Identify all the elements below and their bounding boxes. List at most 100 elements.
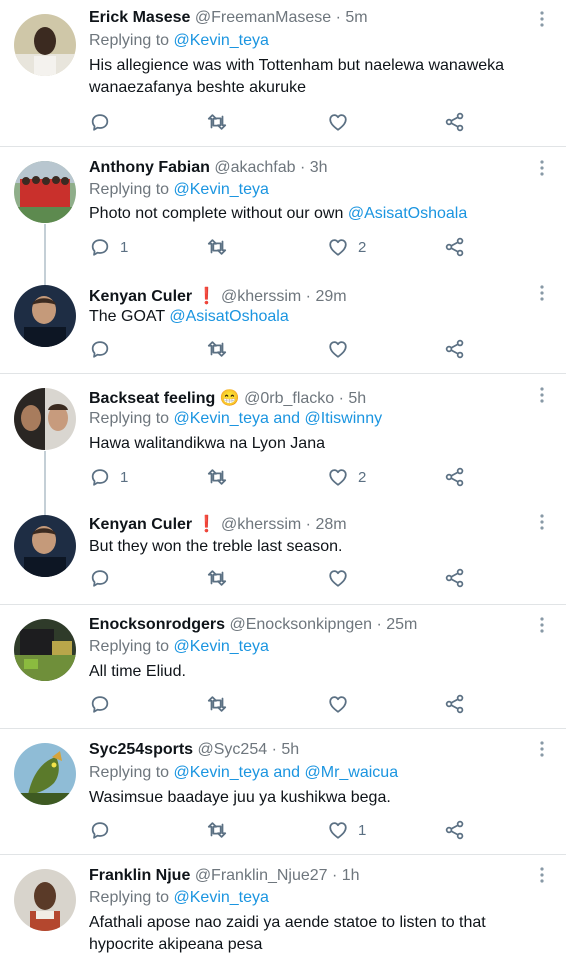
retweet-button[interactable] bbox=[206, 566, 228, 590]
reply-icon bbox=[89, 693, 111, 715]
display-name[interactable]: Backseat feeling bbox=[89, 390, 215, 407]
reply-icon bbox=[89, 111, 111, 133]
share-button[interactable] bbox=[444, 692, 466, 716]
share-button[interactable] bbox=[444, 235, 466, 259]
reply-button[interactable]: 1 bbox=[89, 235, 128, 259]
handle-time[interactable]: @Enocksonkipngen · 25m bbox=[229, 616, 417, 633]
handle-time[interactable]: @kherssim · 28m bbox=[221, 516, 347, 533]
tweet[interactable]: Syc254sports @Syc254 · 5h Replying to @K… bbox=[0, 729, 566, 854]
avatar[interactable] bbox=[14, 14, 76, 76]
more-icon[interactable] bbox=[536, 159, 548, 177]
handle-time[interactable]: @0rb_flacko · 5h bbox=[244, 390, 366, 407]
reply-icon bbox=[89, 338, 111, 360]
handle-time[interactable]: @FreemanMasese · 5m bbox=[195, 9, 368, 26]
retweet-button[interactable] bbox=[206, 337, 228, 361]
replying-label: Replying to bbox=[89, 410, 170, 427]
more-icon[interactable] bbox=[536, 10, 548, 28]
retweet-icon bbox=[206, 236, 228, 258]
like-count: 1 bbox=[358, 821, 367, 839]
share-icon bbox=[444, 338, 466, 360]
like-icon bbox=[327, 111, 349, 133]
avatar[interactable] bbox=[14, 161, 76, 223]
tweet[interactable]: Franklin Njue @Franklin_Njue27 · 1h Repl… bbox=[0, 855, 566, 967]
like-icon bbox=[327, 819, 349, 841]
handle-time[interactable]: @Syc254 · 5h bbox=[198, 741, 300, 758]
replying-label: Replying to bbox=[89, 764, 170, 781]
retweet-button[interactable] bbox=[206, 465, 228, 489]
display-name[interactable]: Kenyan Culer bbox=[89, 516, 192, 533]
reply-button[interactable] bbox=[89, 110, 111, 134]
reply-button[interactable]: 1 bbox=[89, 465, 128, 489]
retweet-button[interactable] bbox=[206, 235, 228, 259]
reply-button[interactable] bbox=[89, 818, 111, 842]
display-name[interactable]: Enocksonrodgers bbox=[89, 616, 225, 633]
handle-time[interactable]: @Franklin_Njue27 · 1h bbox=[195, 867, 360, 884]
avatar[interactable] bbox=[14, 869, 76, 931]
tweet[interactable]: Enocksonrodgers @Enocksonkipngen · 25m R… bbox=[0, 605, 566, 728]
like-button[interactable]: 2 bbox=[327, 235, 366, 259]
retweet-icon bbox=[206, 693, 228, 715]
avatar[interactable] bbox=[14, 619, 76, 681]
like-count: 2 bbox=[358, 238, 367, 256]
reply-icon bbox=[89, 567, 111, 589]
more-icon[interactable] bbox=[536, 866, 548, 884]
reply-button[interactable] bbox=[89, 566, 111, 590]
like-icon bbox=[327, 338, 349, 360]
tweet[interactable]: Kenyan Culer ❗ @kherssim · 28m But they … bbox=[0, 500, 566, 604]
tweet[interactable]: Kenyan Culer ❗ @kherssim · 29m The GOAT … bbox=[0, 271, 566, 373]
more-icon[interactable] bbox=[536, 386, 548, 404]
more-icon[interactable] bbox=[536, 284, 548, 302]
tweet-text: Wasimsue baadaye juu ya kushikwa bega. bbox=[89, 789, 391, 806]
like-button[interactable] bbox=[327, 566, 349, 590]
more-icon[interactable] bbox=[536, 513, 548, 531]
like-button[interactable] bbox=[327, 692, 349, 716]
like-button[interactable] bbox=[327, 110, 349, 134]
retweet-button[interactable] bbox=[206, 692, 228, 716]
avatar[interactable] bbox=[14, 743, 76, 805]
retweet-button[interactable] bbox=[206, 818, 228, 842]
more-icon[interactable] bbox=[536, 740, 548, 758]
retweet-icon bbox=[206, 567, 228, 589]
replying-to-link[interactable]: @Kevin_teya and @Mr_waicua bbox=[174, 764, 399, 781]
like-button[interactable]: 1 bbox=[327, 818, 366, 842]
tweet-text: hypocrite akipeana pesa bbox=[89, 936, 263, 953]
tweet[interactable]: Anthony Fabian @akachfab · 3h Replying t… bbox=[0, 147, 566, 271]
replying-to-link[interactable]: @Kevin_teya bbox=[174, 638, 269, 655]
avatar[interactable] bbox=[14, 285, 76, 347]
like-button[interactable] bbox=[327, 337, 349, 361]
retweet-icon bbox=[206, 111, 228, 133]
avatar[interactable] bbox=[14, 388, 76, 450]
replying-to-link[interactable]: @Kevin_teya bbox=[174, 889, 269, 906]
tweet[interactable]: Erick Masese @FreemanMasese · 5m Replyin… bbox=[0, 0, 566, 146]
share-button[interactable] bbox=[444, 337, 466, 361]
display-name[interactable]: Kenyan Culer bbox=[89, 288, 192, 305]
more-icon[interactable] bbox=[536, 616, 548, 634]
share-icon bbox=[444, 236, 466, 258]
share-button[interactable] bbox=[444, 566, 466, 590]
reply-button[interactable] bbox=[89, 692, 111, 716]
retweet-button[interactable] bbox=[206, 110, 228, 134]
replying-to-link[interactable]: @Kevin_teya bbox=[174, 181, 269, 198]
share-button[interactable] bbox=[444, 818, 466, 842]
tweet[interactable]: Backseat feeling 😁 @0rb_flacko · 5h Repl… bbox=[0, 374, 566, 500]
reply-button[interactable] bbox=[89, 337, 111, 361]
handle-time[interactable]: @kherssim · 29m bbox=[221, 288, 347, 305]
replying-to-link[interactable]: @Kevin_teya and @Itiswinny bbox=[174, 410, 383, 427]
handle-time[interactable]: @akachfab · 3h bbox=[214, 159, 327, 176]
avatar[interactable] bbox=[14, 515, 76, 577]
tweet-text: Photo not complete without our own bbox=[89, 205, 344, 222]
replying-to-link[interactable]: @Kevin_teya bbox=[174, 32, 269, 49]
share-button[interactable] bbox=[444, 465, 466, 489]
mention-link[interactable]: @AsisatOshoala bbox=[348, 205, 467, 222]
retweet-icon bbox=[206, 338, 228, 360]
tweet-text: Afathali apose nao zaidi ya aende statoe… bbox=[89, 914, 486, 931]
like-button[interactable]: 2 bbox=[327, 465, 366, 489]
display-name[interactable]: Syc254sports bbox=[89, 741, 193, 758]
display-name[interactable]: Anthony Fabian bbox=[89, 159, 210, 176]
reply-icon bbox=[89, 819, 111, 841]
tweet-text: Hawa walitandikwa na Lyon Jana bbox=[89, 435, 325, 452]
share-button[interactable] bbox=[444, 110, 466, 134]
mention-link[interactable]: @AsisatOshoala bbox=[169, 308, 288, 325]
display-name[interactable]: Franklin Njue bbox=[89, 867, 190, 884]
display-name[interactable]: Erick Masese bbox=[89, 9, 190, 26]
